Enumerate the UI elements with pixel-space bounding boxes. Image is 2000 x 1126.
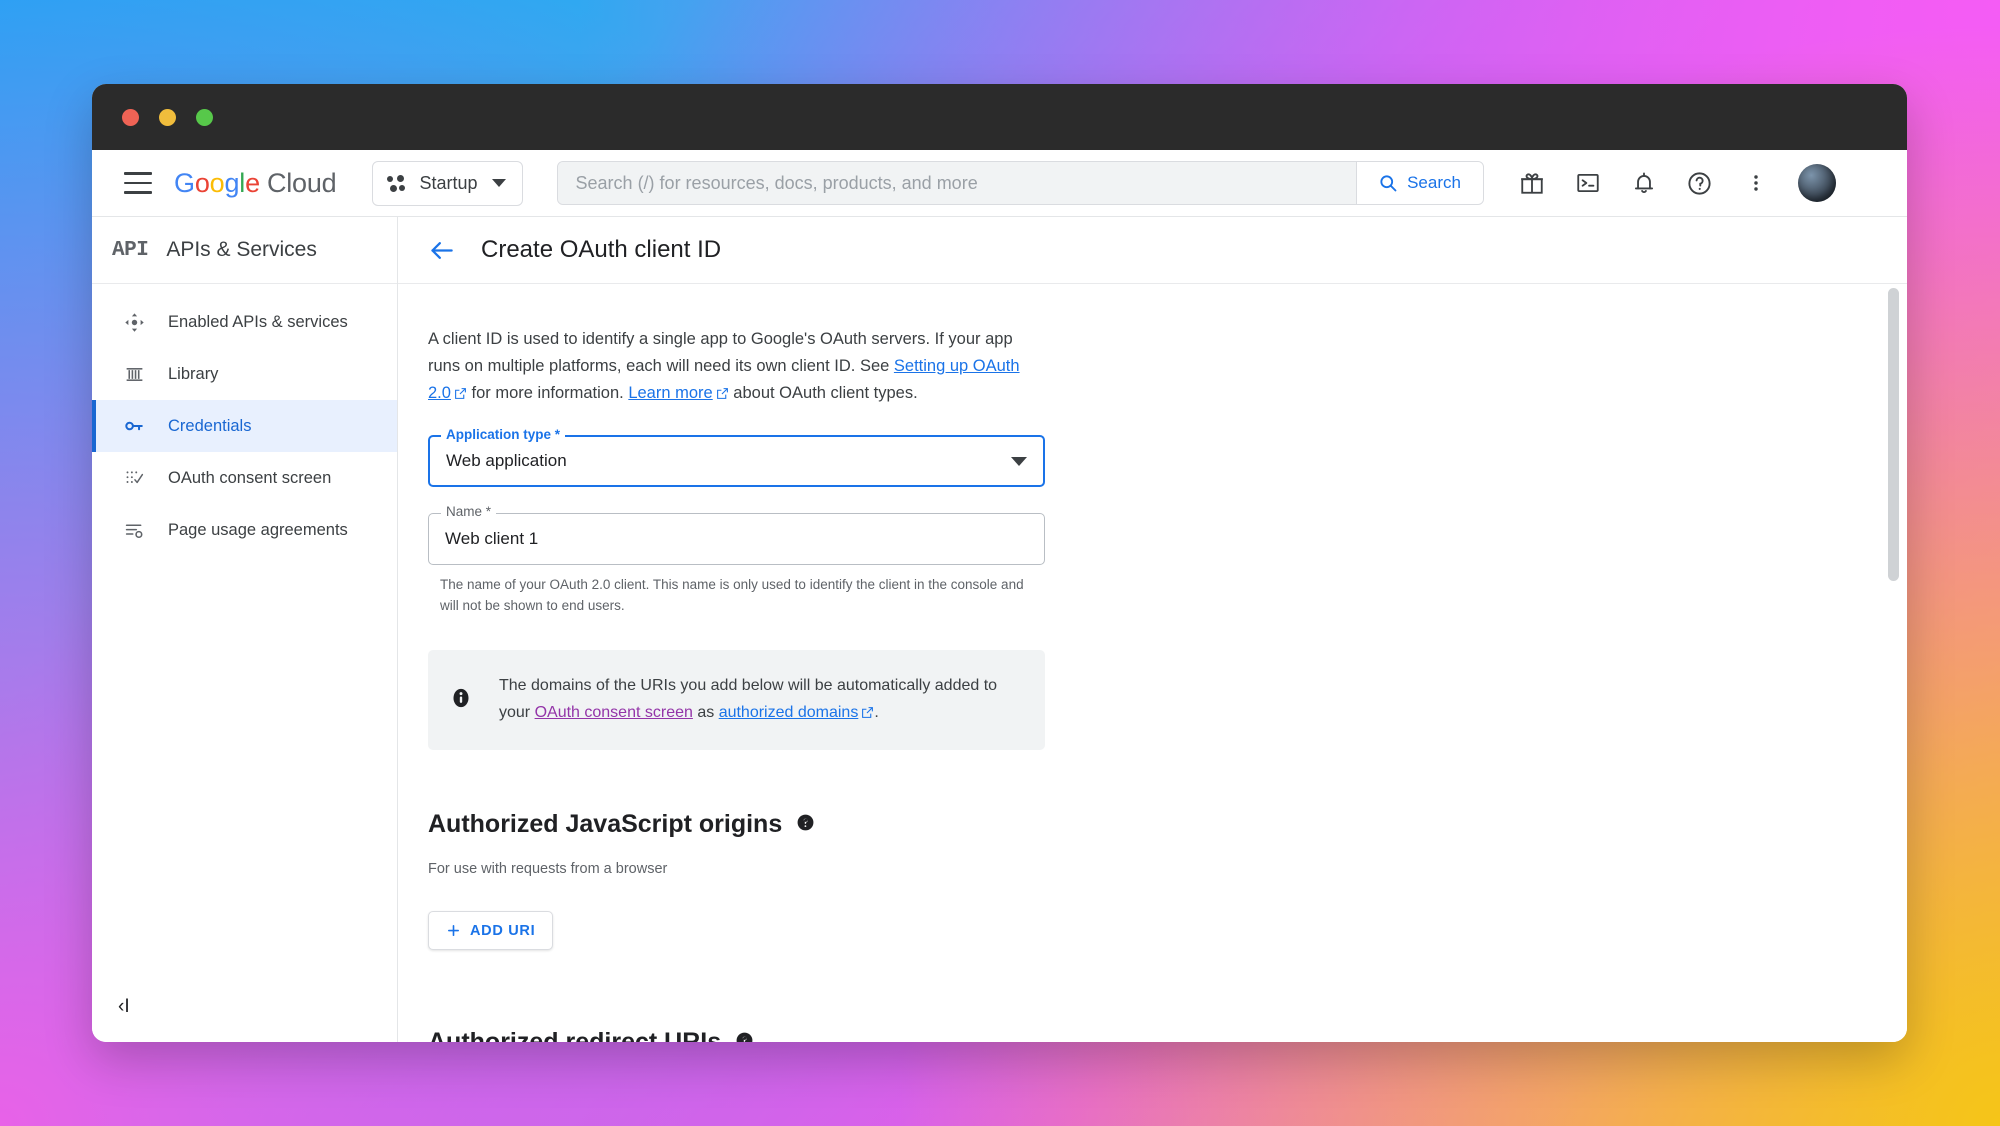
sidebar-item-credentials[interactable]: Credentials (92, 400, 397, 452)
application-type-label: Application type * (441, 427, 565, 442)
help-circle-icon[interactable] (1686, 169, 1714, 197)
info-banner: The domains of the URIs you add below wi… (428, 650, 1045, 750)
global-header: GoogleCloud Startup Search (92, 150, 1907, 217)
chevron-down-icon (492, 179, 506, 187)
gift-icon[interactable] (1518, 169, 1546, 197)
logo-letter-g: G (174, 168, 195, 198)
vertical-scrollbar-thumb[interactable] (1888, 288, 1899, 581)
page-description: A client ID is used to identify a single… (428, 326, 1045, 409)
chevron-down-icon (1011, 457, 1027, 466)
search-button[interactable]: Search (1356, 162, 1483, 204)
body-row: API APIs & Services Enabled APIs & servi… (92, 217, 1907, 1042)
window-minimize-button[interactable] (159, 109, 176, 126)
client-name-label: Name * (441, 504, 496, 519)
sidebar-product-header: API APIs & Services (92, 217, 397, 284)
external-link-icon (454, 382, 467, 409)
search-icon (1378, 173, 1398, 193)
hamburger-menu-icon[interactable] (124, 172, 152, 194)
key-icon (122, 414, 146, 438)
external-link-icon (861, 701, 874, 728)
help-icon[interactable] (796, 810, 815, 839)
window-maximize-button[interactable] (196, 109, 213, 126)
form-column: A client ID is used to identify a single… (428, 326, 1045, 1042)
search-input[interactable] (558, 162, 1356, 204)
sidebar: API APIs & Services Enabled APIs & servi… (92, 217, 398, 1042)
sidebar-item-library[interactable]: Library (92, 348, 397, 400)
more-vert-icon[interactable] (1742, 169, 1770, 197)
vertical-scrollbar-track[interactable] (1884, 284, 1899, 1042)
add-uri-label: ADD URI (470, 923, 535, 939)
plus-icon (446, 923, 461, 938)
sidebar-item-page-usage-agreements[interactable]: Page usage agreements (92, 504, 397, 556)
add-uri-button-js-origins[interactable]: ADD URI (428, 911, 553, 950)
logo-letter-o2: o (210, 168, 225, 198)
js-origins-heading: Authorized JavaScript origins (428, 810, 1045, 839)
client-name-field[interactable]: Name * Web client 1 (428, 513, 1045, 565)
sidebar-item-label: Page usage agreements (168, 521, 348, 540)
redirect-uris-title: Authorized redirect URIs (428, 1028, 721, 1042)
info-banner-text: The domains of the URIs you add below wi… (499, 672, 1021, 728)
project-dots-icon (387, 175, 406, 192)
js-origins-subtitle: For use with requests from a browser (428, 861, 1045, 877)
logo-word-cloud: Cloud (267, 168, 337, 198)
help-icon[interactable] (735, 1028, 754, 1042)
cloud-shell-icon[interactable] (1574, 169, 1602, 197)
logo-letter-o1: o (195, 168, 210, 198)
api-logo-icon: API (112, 239, 148, 262)
description-part-3: about OAuth client types. (729, 384, 918, 402)
sidebar-item-oauth-consent-screen[interactable]: OAuth consent screen (92, 452, 397, 504)
project-selector[interactable]: Startup (372, 161, 522, 206)
consent-screen-icon (122, 466, 146, 490)
page-usage-icon (122, 518, 146, 542)
collapse-sidebar-icon[interactable]: ‹I (118, 996, 130, 1018)
client-name-helper-text: The name of your OAuth 2.0 client. This … (428, 574, 1045, 616)
info-part-3: . (874, 704, 878, 721)
sidebar-item-label: Enabled APIs & services (168, 313, 348, 332)
sidebar-item-label: Credentials (168, 417, 251, 436)
project-name-label: Startup (419, 173, 477, 194)
window-close-button[interactable] (122, 109, 139, 126)
enabled-apis-icon (122, 310, 146, 334)
page-header: Create OAuth client ID (398, 217, 1907, 284)
page-title: Create OAuth client ID (481, 236, 721, 264)
info-icon (450, 687, 472, 714)
description-part-2: for more information. (467, 384, 628, 402)
logo-letter-g2: g (224, 168, 239, 198)
search-bar: Search (557, 161, 1484, 205)
sidebar-item-enabled-apis[interactable]: Enabled APIs & services (92, 296, 397, 348)
user-avatar[interactable] (1798, 164, 1836, 202)
search-button-label: Search (1407, 173, 1461, 193)
sidebar-nav: Enabled APIs & services Library (92, 284, 397, 972)
client-name-value: Web client 1 (445, 529, 538, 549)
js-origins-title: Authorized JavaScript origins (428, 810, 782, 839)
browser-window: GoogleCloud Startup Search (92, 84, 1907, 1042)
header-icon-group (1518, 164, 1836, 202)
logo-letter-e: e (245, 168, 260, 198)
learn-more-link[interactable]: Learn more (628, 384, 712, 402)
external-link-icon (716, 382, 729, 409)
sidebar-item-label: OAuth consent screen (168, 469, 331, 488)
oauth-consent-screen-link[interactable]: OAuth consent screen (535, 704, 693, 721)
application-type-select[interactable]: Application type * Web application (428, 435, 1045, 487)
sidebar-item-label: Library (168, 365, 218, 384)
back-arrow-icon[interactable] (428, 237, 455, 264)
application-type-value: Web application (446, 451, 567, 471)
info-part-2: as (693, 704, 719, 721)
main-content: Create OAuth client ID A client ID is us… (398, 217, 1907, 1042)
form-content: A client ID is used to identify a single… (398, 284, 1907, 1042)
sidebar-footer: ‹I (92, 972, 397, 1042)
library-icon (122, 362, 146, 386)
google-cloud-logo[interactable]: GoogleCloud (174, 168, 336, 199)
notifications-bell-icon[interactable] (1630, 169, 1658, 197)
authorized-domains-link[interactable]: authorized domains (719, 704, 859, 721)
redirect-uris-heading: Authorized redirect URIs (428, 1028, 1045, 1042)
sidebar-product-title: APIs & Services (166, 238, 317, 262)
window-titlebar (92, 84, 1907, 150)
